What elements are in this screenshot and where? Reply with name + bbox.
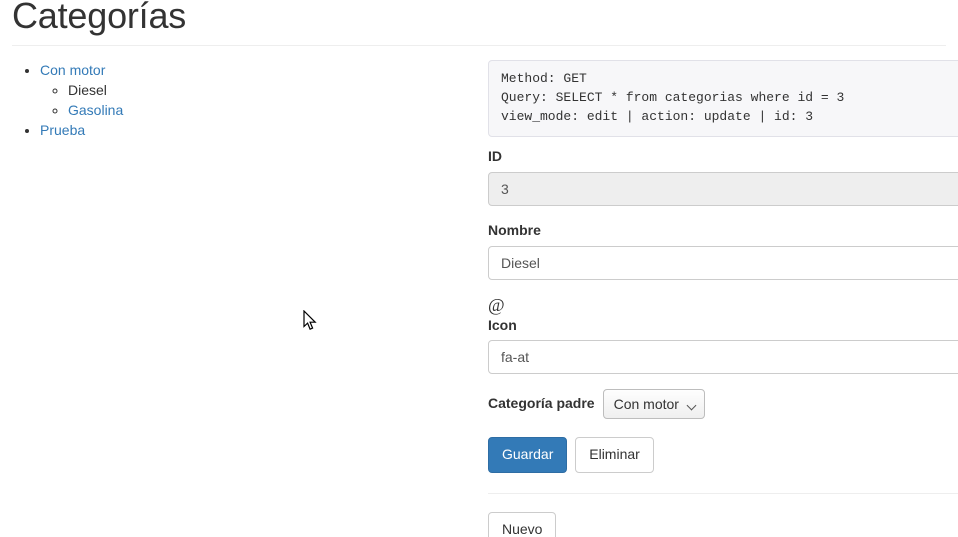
tree-node-con-motor[interactable]: Con motor xyxy=(40,62,105,78)
tree-node-prueba[interactable]: Prueba xyxy=(40,122,85,138)
list-item: Prueba xyxy=(40,120,472,140)
new-action-row: Nuevo xyxy=(488,512,958,537)
list-item: Diesel xyxy=(68,80,472,100)
id-input[interactable] xyxy=(488,171,958,206)
field-group-id: ID xyxy=(488,147,958,206)
save-button[interactable]: Guardar xyxy=(488,437,568,474)
page-root: Categorías Con motor Diesel Gasolina Pru… xyxy=(0,0,958,537)
category-tree-panel: Con motor Diesel Gasolina Prueba xyxy=(12,60,472,140)
mouse-cursor xyxy=(303,310,317,330)
category-edit-form: Method: GET Query: SELECT * from categor… xyxy=(488,60,958,537)
category-tree: Con motor Diesel Gasolina Prueba xyxy=(12,60,472,140)
list-item: Gasolina xyxy=(68,100,472,120)
tree-node-gasolina[interactable]: Gasolina xyxy=(68,102,123,118)
icon-label: Icon xyxy=(488,316,517,333)
page-title: Categorías xyxy=(12,0,187,36)
request-info-block: Method: GET Query: SELECT * from categor… xyxy=(488,60,958,137)
icon-input[interactable] xyxy=(488,340,958,375)
nombre-label: Nombre xyxy=(488,221,541,238)
form-section-divider xyxy=(488,493,958,495)
nombre-input[interactable] xyxy=(488,245,958,280)
field-group-parent: Categoría padre Con motor xyxy=(488,389,958,420)
list-item: Con motor Diesel Gasolina xyxy=(40,60,472,120)
parent-select-wrapper: Con motor xyxy=(602,389,705,420)
id-label: ID xyxy=(488,147,502,164)
tree-node-diesel[interactable]: Diesel xyxy=(68,82,107,98)
at-icon: @ xyxy=(488,294,505,315)
title-divider xyxy=(12,45,946,46)
category-subtree-con-motor: Diesel Gasolina xyxy=(40,80,472,120)
new-button[interactable]: Nuevo xyxy=(488,512,557,537)
parent-select[interactable]: Con motor xyxy=(602,389,705,420)
delete-button[interactable]: Eliminar xyxy=(575,437,654,474)
field-group-nombre: Nombre xyxy=(488,221,958,280)
form-actions: Guardar Eliminar xyxy=(488,437,958,474)
parent-label: Categoría padre xyxy=(488,395,595,412)
field-group-icon: @ Icon xyxy=(488,295,958,375)
